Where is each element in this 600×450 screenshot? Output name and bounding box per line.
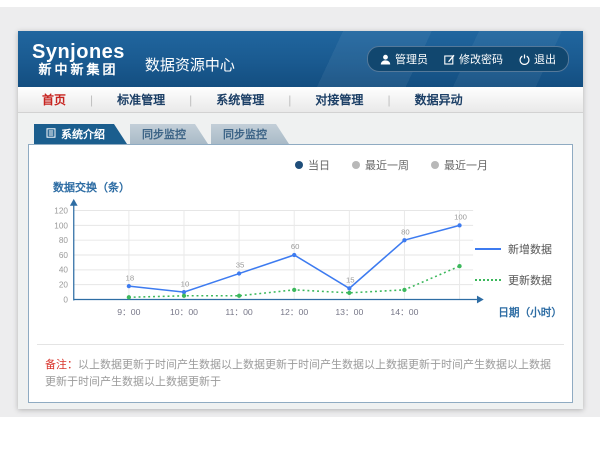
- radio-today[interactable]: 当日: [295, 157, 330, 173]
- y-tick-label: 120: [54, 206, 68, 215]
- radio-icon: [295, 161, 303, 169]
- data-point: [182, 294, 186, 298]
- legend-line-solid: [475, 248, 501, 250]
- y-tick-label: 0: [63, 295, 68, 304]
- point-label: 15: [346, 276, 355, 285]
- y-tick-label: 40: [59, 266, 69, 275]
- x-tick-label: 14：00: [390, 307, 418, 317]
- data-point: [127, 295, 131, 299]
- user-icon: [380, 54, 391, 65]
- tab-system-intro[interactable]: 系统介绍: [34, 124, 127, 144]
- range-filter-group: 当日 最近一周 最近一月: [29, 145, 572, 173]
- footnote: 备注：以上数据更新于时间产生数据以上数据更新于时间产生数据以上数据更新于时间产生…: [29, 345, 572, 402]
- radio-last-week[interactable]: 最近一周: [352, 157, 409, 173]
- edit-icon: [444, 54, 455, 65]
- point-label: 10: [181, 279, 190, 288]
- data-point: [237, 294, 241, 298]
- nav-item-home[interactable]: 首页: [18, 91, 90, 108]
- x-axis-arrow-icon: [477, 296, 484, 304]
- app-header: Synjones 新中新集团 数据资源中心 管理员 修改密码 退出: [18, 31, 583, 87]
- user-label: 管理员: [395, 51, 428, 67]
- nav-item-data-change[interactable]: 数据异动: [391, 91, 487, 108]
- logout-label: 退出: [534, 51, 556, 67]
- logo-line2: 新中新集团: [32, 63, 125, 77]
- point-label: 80: [401, 227, 410, 236]
- change-password-button[interactable]: 修改密码: [444, 51, 503, 67]
- y-tick-label: 20: [59, 281, 69, 290]
- change-password-label: 修改密码: [459, 51, 503, 67]
- data-point: [237, 271, 241, 275]
- x-tick-label: 9：00: [117, 307, 140, 317]
- content-area: 系统介绍 同步监控 同步监控 当日 最近一周: [18, 113, 583, 409]
- data-point: [347, 291, 351, 295]
- legend-line-dotted: [475, 279, 501, 281]
- y-tick-label: 80: [59, 236, 69, 245]
- tab-sync-monitor-1[interactable]: 同步监控: [130, 124, 208, 144]
- x-tick-label: 11：00: [225, 307, 253, 317]
- data-point: [402, 238, 406, 242]
- data-point: [127, 284, 131, 288]
- radio-icon: [352, 161, 360, 169]
- legend-item-updated-data: 更新数据: [475, 272, 552, 288]
- radio-icon: [431, 161, 439, 169]
- data-point: [402, 288, 406, 292]
- x-tick-label: 13：00: [335, 307, 363, 317]
- footnote-text: 以上数据更新于时间产生数据以上数据更新于时间产生数据以上数据更新于时间产生数据以…: [45, 359, 551, 388]
- tab-sync-monitor-2[interactable]: 同步监控: [211, 124, 289, 144]
- x-axis-title: 日期（小时）: [498, 306, 562, 319]
- point-label: 100: [454, 213, 467, 222]
- legend-item-new-data: 新增数据: [475, 241, 552, 257]
- document-icon: [46, 128, 56, 141]
- point-label: 18: [126, 273, 135, 282]
- legend-label: 新增数据: [508, 241, 552, 257]
- company-logo: Synjones 新中新集团: [32, 42, 125, 77]
- nav-item-system-mgmt[interactable]: 系统管理: [192, 91, 288, 108]
- footnote-prefix: 备注：: [45, 359, 78, 371]
- y-axis-arrow-icon: [70, 199, 78, 206]
- radio-label: 最近一月: [444, 157, 488, 173]
- nav-item-standard-mgmt[interactable]: 标准管理: [93, 91, 189, 108]
- tab-label: 系统介绍: [61, 126, 105, 142]
- page-title: 数据资源中心: [145, 54, 235, 75]
- data-point: [182, 290, 186, 294]
- y-tick-label: 60: [59, 251, 69, 260]
- data-point: [292, 288, 296, 292]
- data-point: [457, 223, 461, 227]
- data-point: [457, 264, 461, 268]
- point-label: 35: [236, 261, 245, 270]
- y-axis-title: 数据交换（条）: [53, 179, 572, 195]
- radio-label: 最近一周: [365, 157, 409, 173]
- point-label: 60: [291, 242, 300, 251]
- nav-item-interface-mgmt[interactable]: 对接管理: [291, 91, 387, 108]
- legend-label: 更新数据: [508, 272, 552, 288]
- radio-label: 当日: [308, 157, 330, 173]
- user-menu[interactable]: 管理员: [380, 51, 428, 67]
- chart-panel: 当日 最近一周 最近一月 数据交换（条） 0 20 40 60 80 100 120 9：00…: [28, 144, 573, 403]
- y-tick-label: 100: [54, 221, 68, 230]
- tabs-bar: 系统介绍 同步监控 同步监控: [34, 123, 573, 144]
- logo-line1: Synjones: [32, 42, 125, 63]
- main-nav: 首页 | 标准管理 | 系统管理 | 对接管理 | 数据异动: [18, 87, 583, 113]
- x-tick-label: 10：00: [170, 307, 198, 317]
- data-point: [347, 286, 351, 290]
- power-icon: [519, 54, 530, 65]
- app-window: Synjones 新中新集团 数据资源中心 管理员 修改密码 退出: [18, 31, 583, 409]
- x-tick-label: 12：00: [280, 307, 308, 317]
- radio-last-month[interactable]: 最近一月: [431, 157, 488, 173]
- data-point: [292, 253, 296, 257]
- user-toolbar: 管理员 修改密码 退出: [367, 46, 569, 72]
- logout-button[interactable]: 退出: [519, 51, 556, 67]
- chart-legend: 新增数据 更新数据: [475, 241, 552, 288]
- tab-label: 同步监控: [142, 126, 186, 142]
- chart-container: 0 20 40 60 80 100 120 9：00 10：00 11：00 12：00 13：00 1…: [37, 197, 564, 330]
- tab-label: 同步监控: [223, 126, 267, 142]
